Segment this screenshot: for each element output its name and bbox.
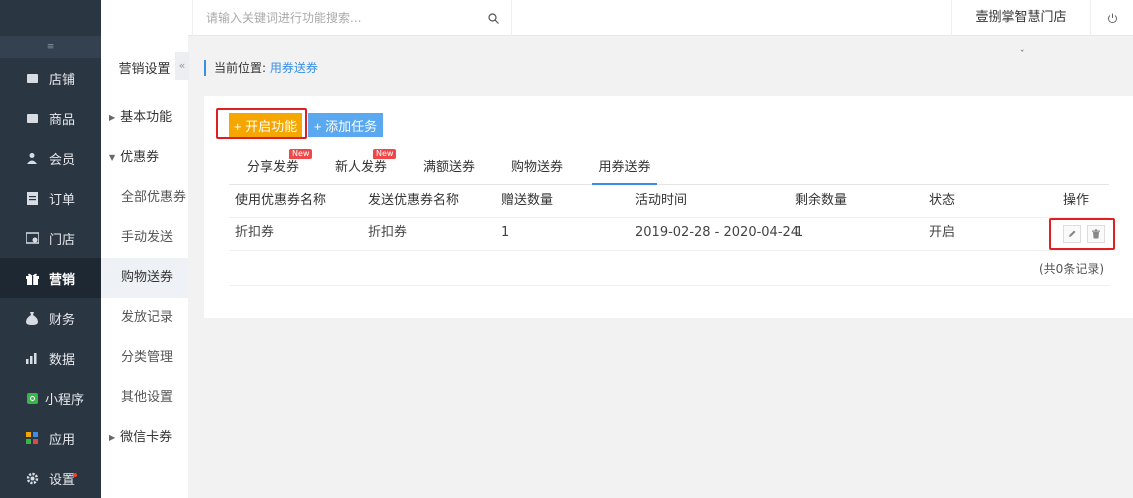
- breadcrumb: 当前位置: 用券送券: [204, 60, 318, 76]
- search-icon: [487, 12, 499, 24]
- sidebar-item-store[interactable]: 店铺: [0, 58, 101, 98]
- sidebar-toggle-icon[interactable]: ≡: [0, 36, 101, 58]
- order-icon: [25, 191, 39, 205]
- main-sidebar: ≡ 店铺 商品 会员 订单 门店 营销 财务 数据 小程序 应用 设置: [0, 0, 101, 498]
- new-badge: New: [289, 149, 313, 159]
- column-header: 发送优惠券名称: [368, 193, 460, 208]
- submenu-label: 基本功能: [120, 110, 173, 125]
- power-icon: [1107, 13, 1117, 23]
- column-header: 活动时间: [635, 193, 688, 208]
- column-header: 使用优惠券名称: [235, 193, 327, 208]
- record-count: (共0条记录): [1039, 262, 1104, 276]
- table-cell: 开启: [929, 225, 956, 240]
- table-cell: 1: [501, 225, 510, 240]
- submenu-item-other-settings[interactable]: 其他设置: [101, 378, 188, 418]
- sidebar-item-member[interactable]: 会员: [0, 138, 101, 178]
- tab-newcomer-coupon[interactable]: 新人发券 New: [322, 149, 400, 185]
- gear-icon: [25, 471, 39, 485]
- sidebar-item-label: 商品: [49, 112, 76, 128]
- sidebar-item-label: 小程序: [45, 392, 85, 408]
- sidebar-item-label: 设置: [49, 472, 76, 488]
- sidebar-item-goods[interactable]: 商品: [0, 98, 101, 138]
- top-bar: 壹捌掌智慧门店: [101, 0, 1133, 36]
- sidebar-item-apps[interactable]: 应用: [0, 418, 101, 458]
- sidebar-item-label: 应用: [49, 432, 76, 448]
- submenu-item-category[interactable]: 分类管理: [101, 338, 188, 378]
- sidebar-item-settings[interactable]: 设置: [0, 458, 101, 498]
- logout-button[interactable]: [1091, 0, 1133, 36]
- chevron-down-icon[interactable]: ˇ: [1020, 50, 1025, 60]
- sidebar-item-order[interactable]: 订单: [0, 178, 101, 218]
- gift-icon: [25, 271, 39, 285]
- sidebar-item-label: 订单: [49, 192, 76, 208]
- table-cell: 1: [795, 225, 804, 240]
- sidebar-item-finance[interactable]: 财务: [0, 298, 101, 338]
- sidebar-item-label: 会员: [49, 152, 76, 168]
- highlight-box: [1049, 218, 1115, 250]
- apps-icon: [25, 431, 39, 445]
- sidebar-item-shop[interactable]: 门店: [0, 218, 101, 258]
- breadcrumb-prefix: 当前位置:: [214, 61, 267, 75]
- caret-right-icon: ▶: [109, 433, 116, 442]
- sidebar-logo-area: [0, 0, 101, 36]
- table-cell: 折扣券: [235, 225, 275, 240]
- new-badge: New: [373, 149, 397, 159]
- tab-label: 分享发券: [246, 160, 299, 175]
- search-button[interactable]: [475, 0, 512, 36]
- collapse-submenu-button[interactable]: «: [175, 52, 189, 80]
- tab-amount-coupon[interactable]: 满额送券: [410, 150, 488, 185]
- breadcrumb-current[interactable]: 用券送券: [270, 61, 318, 75]
- column-header: 剩余数量: [795, 193, 848, 208]
- table-cell: 2019-02-28 - 2020-04-24: [635, 225, 800, 240]
- sidebar-item-data[interactable]: 数据: [0, 338, 101, 378]
- sidebar-item-marketing[interactable]: 营销: [0, 258, 101, 298]
- goods-icon: [25, 111, 39, 125]
- store-icon: [25, 71, 39, 85]
- table-header: 使用优惠券名称 发送优惠券名称 赠送数量 活动时间 剩余数量 状态 操作: [229, 186, 1109, 218]
- divider: [229, 285, 1109, 286]
- store-name[interactable]: 壹捌掌智慧门店: [951, 0, 1091, 36]
- sidebar-item-label: 门店: [49, 232, 76, 248]
- finance-icon: [25, 311, 39, 325]
- submenu-item-issue-records[interactable]: 发放记录: [101, 298, 188, 338]
- search-input[interactable]: [206, 5, 476, 31]
- submenu-label: 优惠券: [120, 150, 160, 165]
- submenu-item-all-coupons[interactable]: 全部优惠券: [101, 178, 188, 218]
- caret-right-icon: ▶: [109, 113, 116, 122]
- column-header: 操作: [1063, 193, 1090, 208]
- add-task-button[interactable]: + 添加任务: [308, 113, 383, 137]
- sidebar-item-label: 营销: [49, 272, 76, 288]
- submenu-group-coupon[interactable]: ▼ 优惠券: [101, 138, 188, 178]
- caret-down-icon: ▼: [109, 153, 116, 162]
- member-icon: [25, 151, 39, 165]
- submenu-item-manual-send[interactable]: 手动发送: [101, 218, 188, 258]
- sidebar-item-miniapp[interactable]: 小程序: [0, 378, 101, 418]
- highlight-box: [216, 108, 307, 139]
- sidebar-item-label: 店铺: [49, 72, 76, 88]
- submenu-item-shopping-coupon[interactable]: 购物送券: [101, 258, 188, 298]
- column-header: 赠送数量: [501, 193, 554, 208]
- submenu-label: 微信卡券: [120, 430, 173, 445]
- data-icon: [25, 351, 39, 365]
- column-header: 状态: [929, 193, 956, 208]
- table-row: 折扣券 折扣券 1 2019-02-28 - 2020-04-24 1 开启: [229, 218, 1109, 251]
- submenu-group-basic[interactable]: ▶ 基本功能: [101, 98, 188, 138]
- tab-share-coupon[interactable]: 分享发券 New: [234, 149, 313, 185]
- tab-use-coupon[interactable]: 用券送券: [592, 150, 657, 185]
- tab-label: 新人发券: [334, 160, 387, 175]
- notification-dot: [73, 473, 77, 477]
- submenu-group-wechat-card[interactable]: ▶ 微信卡券: [101, 418, 188, 458]
- miniapp-icon: [25, 391, 39, 405]
- tab-bar: 分享发券 New 新人发券 New 满额送券 购物送券 用券送券: [229, 149, 1109, 185]
- sidebar-item-label: 财务: [49, 312, 76, 328]
- sidebar-item-label: 数据: [49, 352, 76, 368]
- table-cell: 折扣券: [368, 225, 408, 240]
- tab-shopping-coupon[interactable]: 购物送券: [498, 150, 576, 185]
- shop-icon: [25, 231, 39, 245]
